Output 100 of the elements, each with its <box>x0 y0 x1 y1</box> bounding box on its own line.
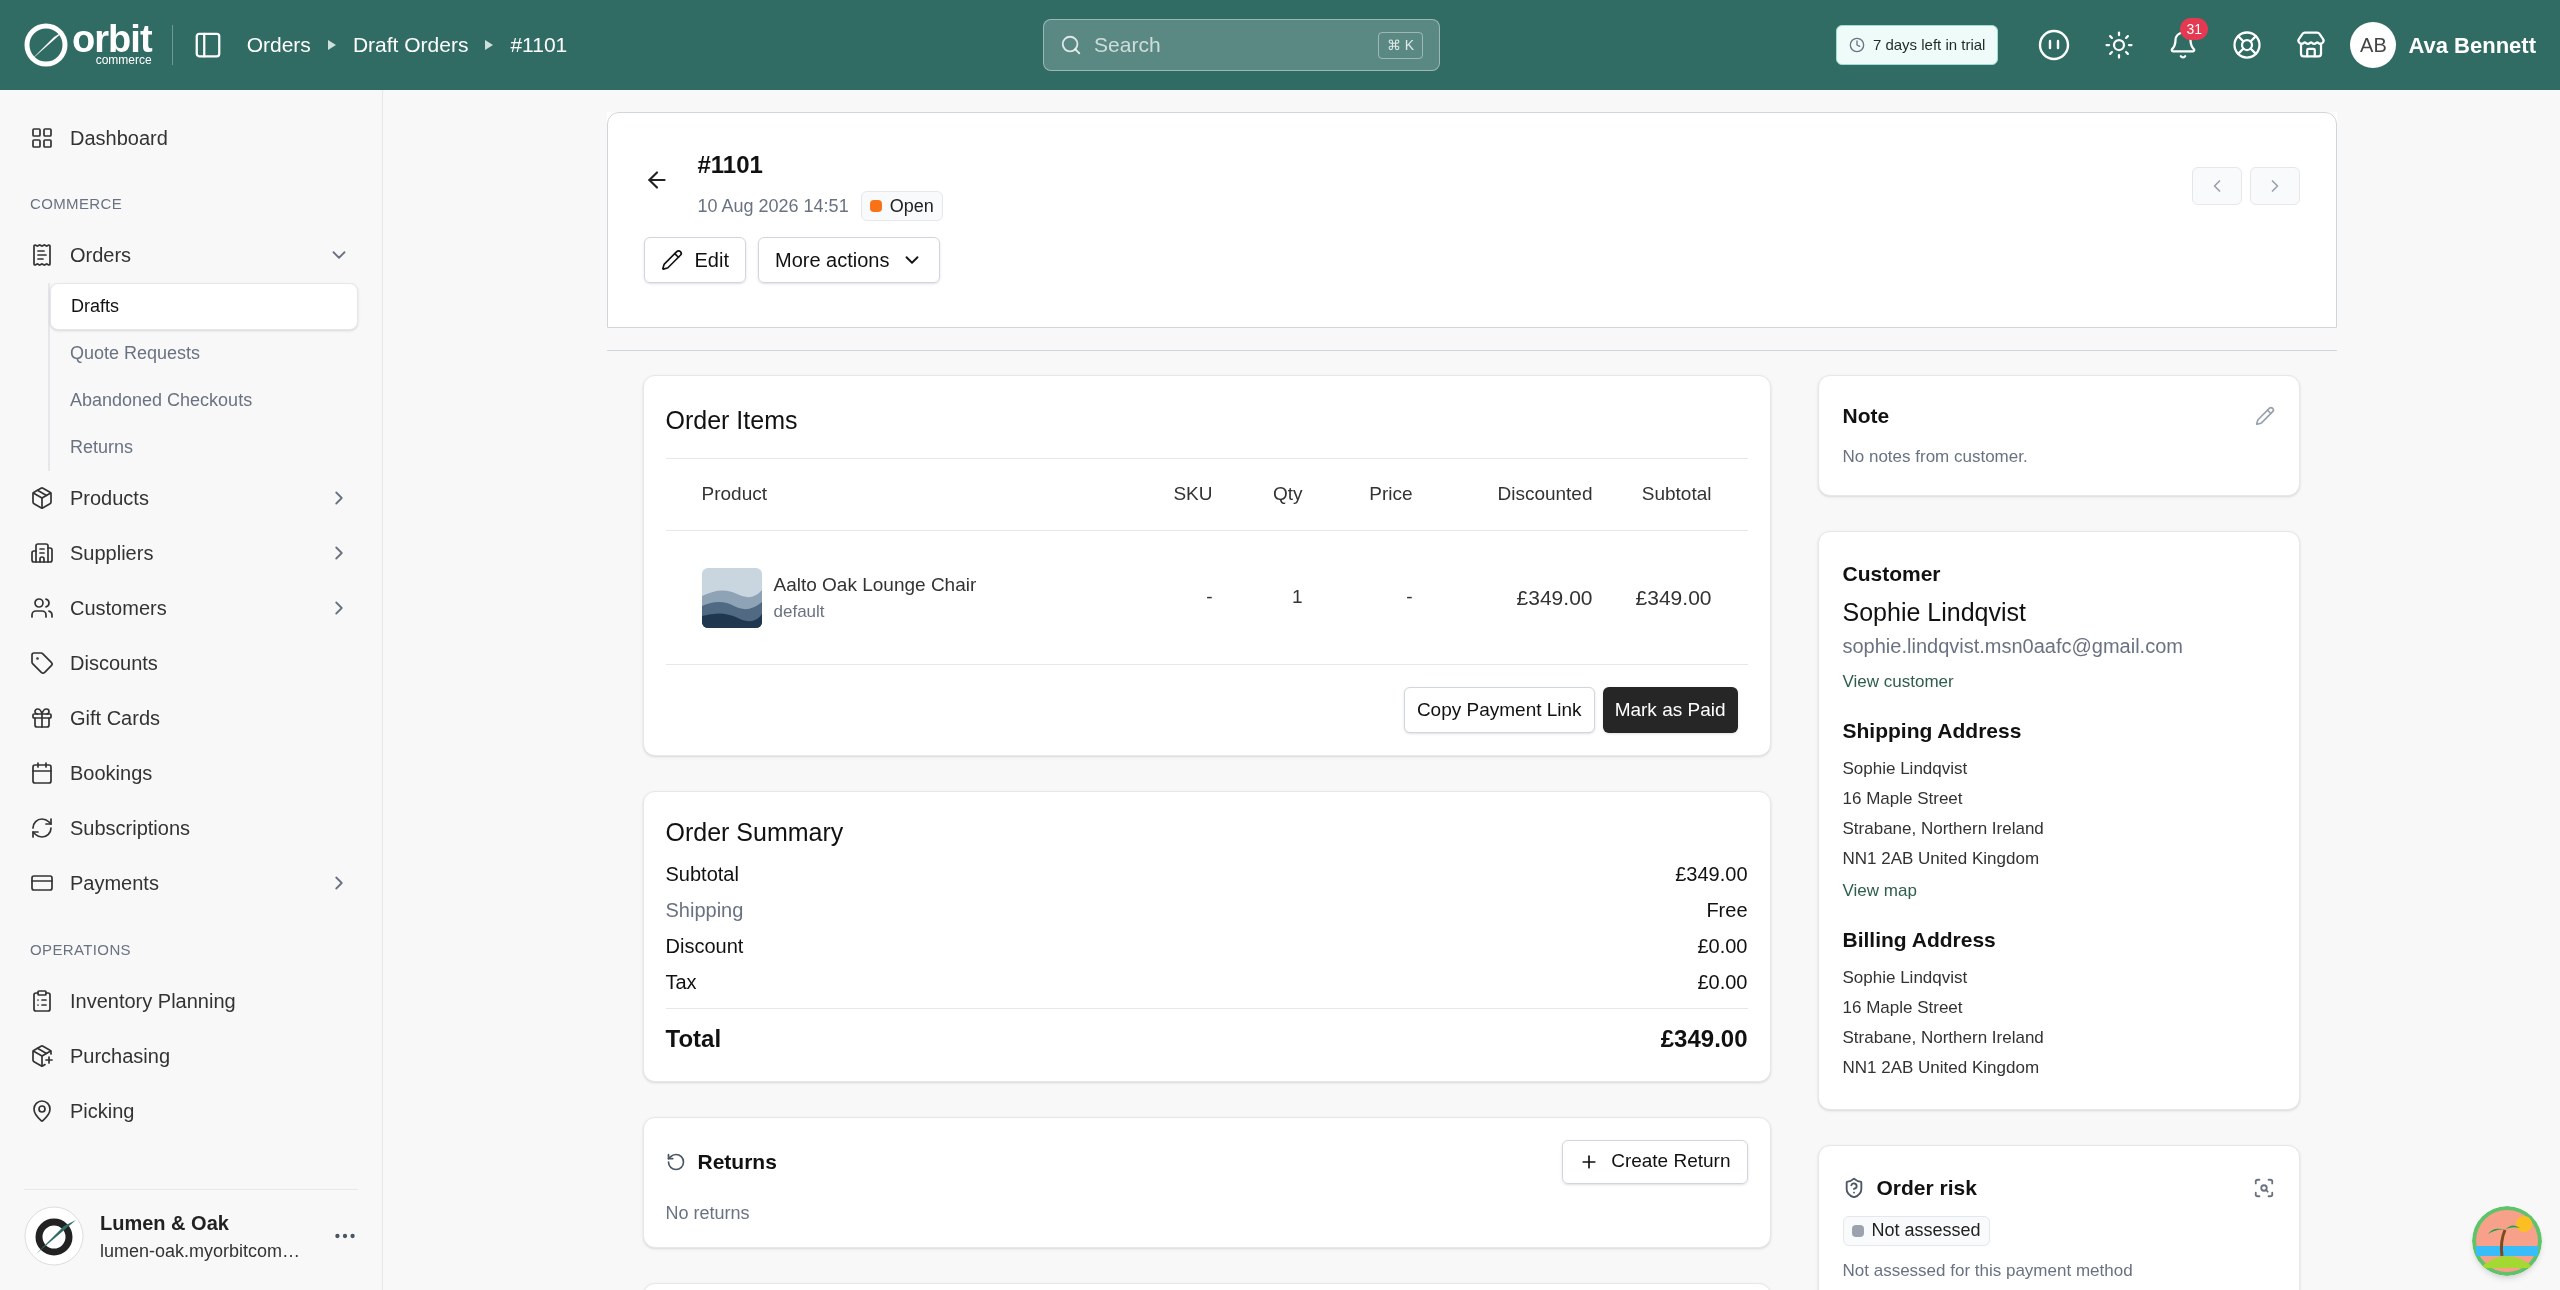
sidebar-item[interactable]: Suppliers <box>24 525 358 581</box>
help-icon[interactable] <box>2232 30 2263 60</box>
submenu-item[interactable]: Drafts <box>50 282 358 330</box>
box-icon <box>30 486 54 510</box>
order-number: #1101 <box>697 150 764 180</box>
pin-icon <box>30 1098 54 1123</box>
edit-icon[interactable] <box>2254 405 2275 426</box>
section-heading: COMMERCE <box>29 194 124 214</box>
customer-email: sophie.lindqvist.msn0aafc@gmail.com <box>1842 634 2184 659</box>
logo-text: orbit <box>72 24 152 54</box>
logo-tagline: commerce <box>95 54 152 66</box>
card-title: Returns <box>697 1148 778 1175</box>
submenu-item[interactable]: Abandoned Checkouts <box>50 376 358 424</box>
package-plus-icon <box>30 1043 54 1068</box>
store-icon[interactable] <box>2296 30 2327 60</box>
product-name: Aalto Oak Lounge Chair <box>773 572 977 597</box>
summary-label: Discount <box>665 933 744 959</box>
sidebar-item[interactable]: Discounts <box>24 635 358 691</box>
create-return-button[interactable]: Create Return <box>1562 1139 1748 1184</box>
summary-value: £349.00 <box>1675 861 1748 887</box>
submenu-item[interactable]: Quote Requests <box>50 329 358 377</box>
address-line: Sophie Lindqvist <box>1842 967 1969 989</box>
address-line: 16 Maple Street <box>1842 997 1964 1019</box>
sidebar-item[interactable]: Products <box>24 470 358 526</box>
sidebar-item[interactable]: Customers <box>24 580 358 636</box>
sidebar-item[interactable]: Payments <box>24 855 358 911</box>
sidebar-item[interactable]: Picking <box>24 1083 358 1138</box>
column-header: Discounted <box>1412 458 1593 531</box>
store-name: Lumen & Oak <box>100 1210 230 1236</box>
section-heading: OPERATIONS <box>29 939 132 960</box>
sidebar-item[interactable]: Gift Cards <box>24 690 358 746</box>
search-input[interactable]: Search <box>1094 29 1366 61</box>
card-title: Order Items <box>665 376 1748 459</box>
tag-icon <box>30 651 54 675</box>
summary-label: Tax <box>665 969 697 995</box>
address-line: NN1 2AB United Kingdom <box>1842 848 2041 870</box>
column-header: Product <box>665 458 1093 531</box>
total-value: £349.00 <box>1660 1023 1748 1054</box>
card-title: Order Summary <box>665 817 845 848</box>
copy-link-button[interactable]: Copy Payment Link <box>1403 687 1595 733</box>
address-title: Shipping Address <box>1842 717 2023 744</box>
status-badge: Open <box>860 191 943 221</box>
table-cell: 1 <box>1212 530 1303 665</box>
gift-icon <box>30 706 54 730</box>
view-customer-link[interactable]: View customer <box>1842 669 2275 695</box>
column-header: Subtotal <box>1592 458 1748 531</box>
empty-text: No returns <box>665 1201 751 1225</box>
risk-badge: Not assessed <box>1842 1215 1990 1246</box>
building-icon <box>30 541 54 565</box>
column-header: SKU <box>1092 458 1213 531</box>
theme-icon[interactable] <box>2104 30 2135 60</box>
summary-value: Free <box>1706 897 1748 923</box>
address-line: Strabane, Northern Ireland <box>1842 1027 2045 1049</box>
note-text: No notes from customer. <box>1842 445 2029 468</box>
sidebar-item[interactable]: Purchasing <box>24 1028 358 1083</box>
summary-label: Subtotal <box>665 861 739 887</box>
mark-paid-button[interactable]: Mark as Paid <box>1602 687 1738 733</box>
sidebar-item[interactable]: Inventory Planning <box>24 973 358 1028</box>
returns-icon <box>665 1151 686 1172</box>
shortcut-badge: ⌘ K <box>1377 31 1424 59</box>
table-cell: - <box>1302 530 1413 665</box>
clock-icon <box>1848 37 1865 53</box>
receipt-icon <box>30 243 54 267</box>
summary-label: Shipping <box>665 897 744 923</box>
grid-icon <box>30 125 54 150</box>
view-map-link[interactable]: View map <box>1842 878 2275 904</box>
more-actions-button[interactable]: More actions <box>757 237 941 283</box>
scan-icon[interactable] <box>2252 1176 2275 1199</box>
sidebar-item[interactable]: Bookings <box>24 745 358 801</box>
address-title: Billing Address <box>1842 926 1997 953</box>
address-line: 16 Maple Street <box>1842 788 1964 810</box>
card-title: Order risk <box>1876 1175 1978 1201</box>
breadcrumb-link[interactable]: Draft Orders <box>352 29 469 61</box>
sidebar-item[interactable]: Subscriptions <box>24 800 358 856</box>
breadcrumb-link[interactable]: Orders <box>246 29 311 61</box>
submenu-item[interactable]: Returns <box>50 423 358 471</box>
sidebar-item[interactable]: Dashboard <box>24 110 358 165</box>
user-avatar[interactable]: AB <box>2350 22 2397 68</box>
summary-value: £0.00 <box>1697 933 1748 959</box>
customer-name: Sophie Lindqvist <box>1842 596 2027 628</box>
card-title: Customer <box>1842 561 1942 587</box>
breadcrumb-link[interactable]: #1101 <box>510 29 568 61</box>
calendar-icon <box>30 761 54 785</box>
table-cell: £349.00 <box>1412 530 1593 665</box>
table-cell: £349.00 <box>1592 530 1748 665</box>
address-line: Sophie Lindqvist <box>1842 758 1969 780</box>
store-url: lumen-oak.myorbitcom… <box>100 1239 302 1263</box>
search-icon <box>1060 34 1083 56</box>
sidebar-item[interactable]: Orders <box>24 227 358 283</box>
address-line: NN1 2AB United Kingdom <box>1842 1057 2041 1079</box>
order-date: 10 Aug 2026 14:51 <box>697 194 849 218</box>
trial-badge[interactable]: 7 days left in trial <box>1835 25 1999 65</box>
notification-count: 31 <box>2180 18 2209 40</box>
table-cell: - <box>1092 530 1213 665</box>
face-icon[interactable] <box>2038 29 2071 61</box>
edit-button[interactable]: Edit <box>643 237 746 283</box>
card-title: Note <box>1842 403 1890 429</box>
logo-icon <box>24 23 68 67</box>
column-header: Price <box>1302 458 1413 531</box>
product-variant: default <box>773 601 826 623</box>
